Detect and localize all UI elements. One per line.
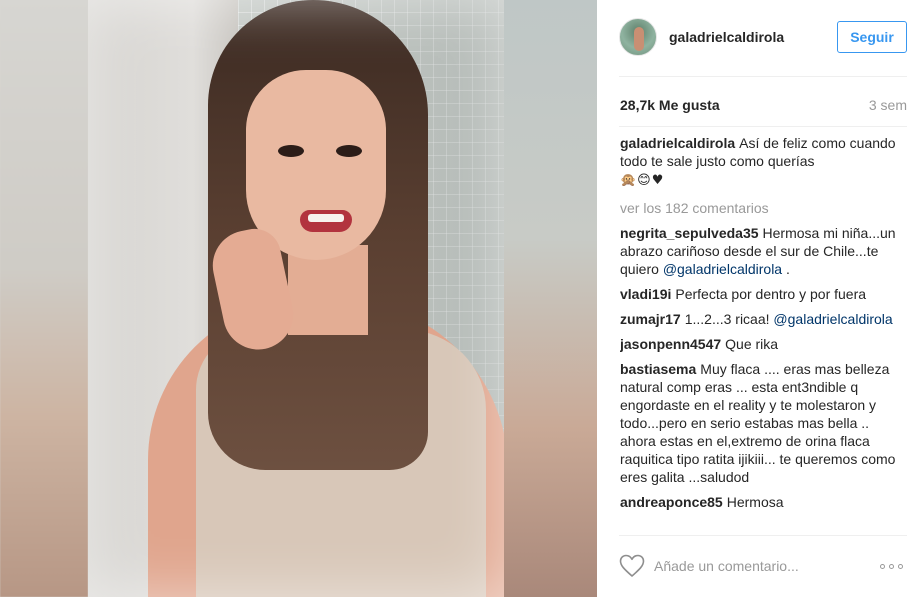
divider	[619, 126, 907, 127]
photo-image	[88, 0, 504, 597]
more-options-icon[interactable]	[880, 558, 906, 574]
comment-item: vladi19i Perfecta por dentro y por fuera	[620, 285, 906, 303]
photo-blur-left	[0, 0, 88, 597]
post-time[interactable]: 3 sem	[869, 97, 907, 113]
comment-bar	[597, 536, 915, 597]
comment-input[interactable]	[654, 556, 854, 576]
post-caption: galadrielcaldirola Así de feliz como cuan…	[620, 134, 906, 190]
comment-username[interactable]: andreaponce85	[620, 494, 723, 510]
comment-mention[interactable]: @galadrielcaldirola	[773, 311, 892, 327]
comment-item: zumajr17 1...2...3 ricaa! @galadrielcaldi…	[620, 310, 906, 328]
caption-username[interactable]: galadrielcaldirola	[620, 135, 735, 151]
comment-username[interactable]: negrita_sepulveda35	[620, 225, 759, 241]
comment-username[interactable]: vladi19i	[620, 286, 671, 302]
comment-username[interactable]: jasonpenn4547	[620, 336, 721, 352]
username-link[interactable]: galadrielcaldirola	[669, 29, 784, 45]
follow-button[interactable]: Seguir	[837, 21, 907, 53]
comment-item: negrita_sepulveda35 Hermosa mi niña...un …	[620, 225, 896, 277]
caption-emojis: 🙊😊♥	[620, 173, 665, 188]
comment-mention[interactable]: @galadrielcaldirola	[663, 261, 782, 277]
post-header: galadrielcaldirola Seguir	[597, 0, 915, 76]
view-all-comments-link[interactable]: ver los 182 comentarios	[620, 199, 906, 217]
comment-text: Que rika	[725, 336, 779, 352]
comments-list[interactable]: galadrielcaldirola Así de feliz como cuan…	[620, 134, 906, 532]
divider	[619, 76, 907, 77]
likes-row: 28,7k Me gusta 3 sem	[619, 97, 907, 115]
comment-username[interactable]: zumajr17	[620, 311, 681, 327]
comment-text: Hermosa	[726, 494, 784, 510]
photo-blur-right	[504, 0, 597, 597]
avatar[interactable]	[619, 18, 657, 56]
comment-item: bastiasema Muy flaca .... eras mas bellez…	[620, 360, 906, 486]
comment-text: 1...2...3 ricaa!	[684, 311, 774, 327]
comment-item: andreaponce85 Hermosa	[620, 493, 906, 511]
comment-text: Perfecta por dentro y por fuera	[675, 286, 867, 302]
heart-icon[interactable]	[619, 554, 645, 578]
likes-count[interactable]: 28,7k Me gusta	[620, 97, 720, 113]
comment-username[interactable]: bastiasema	[620, 361, 696, 377]
post-photo[interactable]	[0, 0, 597, 597]
comment-text: Muy flaca .... eras mas belleza natural …	[620, 361, 896, 485]
comment-item: jasonpenn4547 Que rika	[620, 335, 906, 353]
post-sidebar: galadrielcaldirola Seguir 28,7k Me gusta…	[597, 0, 915, 597]
